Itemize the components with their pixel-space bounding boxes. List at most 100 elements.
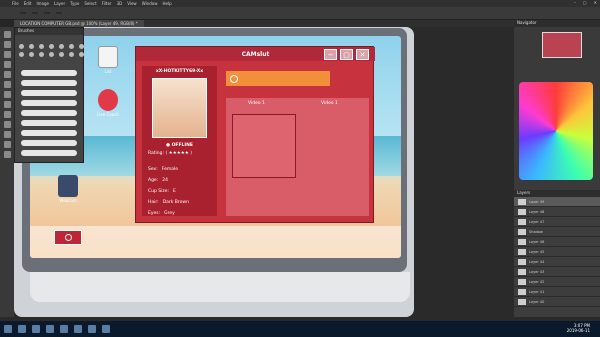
rating-row: Rating: ( ★★★★★ ) bbox=[148, 151, 192, 156]
option-field[interactable] bbox=[44, 12, 50, 14]
menu-window[interactable]: Window bbox=[142, 1, 158, 6]
menu-layer[interactable]: Layer bbox=[54, 1, 65, 6]
brush-preset[interactable] bbox=[69, 44, 74, 49]
brush-stroke[interactable] bbox=[21, 120, 77, 126]
option-field[interactable] bbox=[20, 12, 26, 14]
layer-row[interactable]: Layer 43 bbox=[514, 267, 600, 277]
brush-preset[interactable] bbox=[79, 52, 84, 57]
option-field[interactable] bbox=[32, 12, 38, 14]
lasso-tool-icon[interactable] bbox=[3, 51, 11, 58]
crop-tool-icon[interactable] bbox=[3, 61, 11, 68]
menu-edit[interactable]: Edit bbox=[24, 1, 32, 6]
brush-preset[interactable] bbox=[39, 52, 44, 57]
desktop-icon-webcam[interactable]: Webcam bbox=[48, 175, 88, 203]
brush-preset[interactable] bbox=[69, 52, 74, 57]
brush-preset[interactable] bbox=[19, 44, 24, 49]
desktop-icon-live-coach[interactable]: Live Coach bbox=[88, 89, 128, 117]
search-icon[interactable] bbox=[18, 325, 26, 333]
brush-stroke[interactable] bbox=[21, 70, 77, 76]
desktop-icon-list[interactable]: List bbox=[88, 46, 128, 74]
layer-row[interactable]: Layer 40 bbox=[514, 297, 600, 307]
chrome-icon[interactable] bbox=[60, 325, 68, 333]
pen-tool-icon[interactable] bbox=[3, 121, 11, 128]
document-tab-bar: LOCATION COMPUTER GB.psd @ 100% (Layer 4… bbox=[14, 20, 514, 27]
search-input[interactable] bbox=[226, 71, 330, 86]
zoom-tool-icon[interactable] bbox=[3, 151, 11, 158]
brush-preset[interactable] bbox=[49, 44, 54, 49]
brush-preset[interactable] bbox=[59, 44, 64, 49]
brush-stroke[interactable] bbox=[21, 110, 77, 116]
right-panels: Navigator Layers Layer 49 Layer 48 Layer… bbox=[514, 20, 600, 317]
brush-stroke[interactable] bbox=[21, 80, 77, 86]
menu-filter[interactable]: Filter bbox=[102, 1, 112, 6]
maximize-icon[interactable]: ▢ bbox=[583, 0, 587, 5]
minimize-icon[interactable]: – bbox=[574, 0, 576, 5]
brush-tool-icon[interactable] bbox=[3, 81, 11, 88]
camslut-window: CAMslut − ▢ ✕ xX-HOTKITTY69-Xx ● OFFLINE… bbox=[135, 46, 375, 223]
eraser-tool-icon[interactable] bbox=[3, 101, 11, 108]
close-button[interactable]: ✕ bbox=[356, 49, 369, 60]
clock-date: 2019-06-11 bbox=[566, 328, 590, 333]
color-swatches[interactable] bbox=[519, 82, 593, 180]
app-icon[interactable] bbox=[88, 325, 96, 333]
layer-row[interactable]: Layer 41 bbox=[514, 287, 600, 297]
explorer-icon[interactable] bbox=[46, 325, 54, 333]
brush-preset[interactable] bbox=[39, 44, 44, 49]
minimize-button[interactable]: − bbox=[324, 49, 337, 60]
layer-thumbnail bbox=[518, 238, 526, 245]
brush-preset[interactable] bbox=[79, 44, 84, 49]
layer-row[interactable]: Shadow bbox=[514, 227, 600, 237]
layer-row[interactable]: Layer 42 bbox=[514, 277, 600, 287]
marquee-tool-icon[interactable] bbox=[3, 41, 11, 48]
hand-tool-icon[interactable] bbox=[3, 141, 11, 148]
layer-row[interactable]: Layer 45 bbox=[514, 247, 600, 257]
status-badge: ● OFFLINE bbox=[166, 143, 193, 148]
type-tool-icon[interactable] bbox=[3, 131, 11, 138]
videos-panel: Video 1 Video 1 bbox=[226, 98, 369, 216]
brush-stroke[interactable] bbox=[21, 130, 77, 136]
taskbar-clock[interactable]: 3:07 PM 2019-06-11 bbox=[567, 323, 590, 333]
document-tab[interactable]: LOCATION COMPUTER GB.psd @ 100% (Layer 4… bbox=[14, 20, 144, 27]
brush-preset[interactable] bbox=[29, 44, 34, 49]
menu-3d[interactable]: 3D bbox=[117, 1, 123, 6]
layer-row[interactable]: Layer 48 bbox=[514, 207, 600, 217]
stamp-tool-icon[interactable] bbox=[3, 91, 11, 98]
eyedropper-tool-icon[interactable] bbox=[3, 71, 11, 78]
brush-stroke[interactable] bbox=[21, 100, 77, 106]
close-icon[interactable]: ✕ bbox=[594, 0, 597, 5]
move-tool-icon[interactable] bbox=[3, 31, 11, 38]
menu-select[interactable]: Select bbox=[84, 1, 96, 6]
menu-image[interactable]: Image bbox=[36, 1, 49, 6]
option-field[interactable] bbox=[56, 12, 62, 14]
search-icon bbox=[230, 74, 238, 83]
app-icon[interactable] bbox=[102, 325, 110, 333]
task-view-icon[interactable] bbox=[32, 325, 40, 333]
layer-row[interactable]: Layer 44 bbox=[514, 257, 600, 267]
brush-stroke[interactable] bbox=[21, 90, 77, 96]
gradient-tool-icon[interactable] bbox=[3, 111, 11, 118]
layer-row[interactable]: Layer 47 bbox=[514, 217, 600, 227]
menu-view[interactable]: View bbox=[127, 1, 137, 6]
navigator-thumbnail[interactable] bbox=[542, 32, 582, 58]
brush-preset[interactable] bbox=[19, 52, 24, 57]
stat-age: Age: 24 bbox=[148, 178, 168, 183]
menu-help[interactable]: Help bbox=[162, 1, 171, 6]
stat-hair: Hair: Dark Brown bbox=[148, 200, 189, 205]
brush-preset[interactable] bbox=[59, 52, 64, 57]
brush-preset[interactable] bbox=[49, 52, 54, 57]
photoshop-icon[interactable] bbox=[74, 325, 82, 333]
menu-type[interactable]: Type bbox=[70, 1, 79, 6]
start-icon[interactable] bbox=[4, 325, 12, 333]
toolbox bbox=[0, 27, 14, 317]
brush-preset[interactable] bbox=[29, 52, 34, 57]
layer-thumbnail bbox=[518, 268, 526, 275]
layer-row[interactable]: Layer 49 bbox=[514, 197, 600, 207]
menu-file[interactable]: File bbox=[12, 1, 19, 6]
power-button[interactable] bbox=[54, 230, 82, 245]
brush-stroke[interactable] bbox=[21, 140, 77, 146]
video-thumbnail[interactable] bbox=[232, 114, 296, 178]
desktop-icon-label: List bbox=[104, 69, 112, 74]
brush-stroke[interactable] bbox=[21, 150, 77, 156]
layer-row[interactable]: Layer 46 bbox=[514, 237, 600, 247]
maximize-button[interactable]: ▢ bbox=[340, 49, 353, 60]
